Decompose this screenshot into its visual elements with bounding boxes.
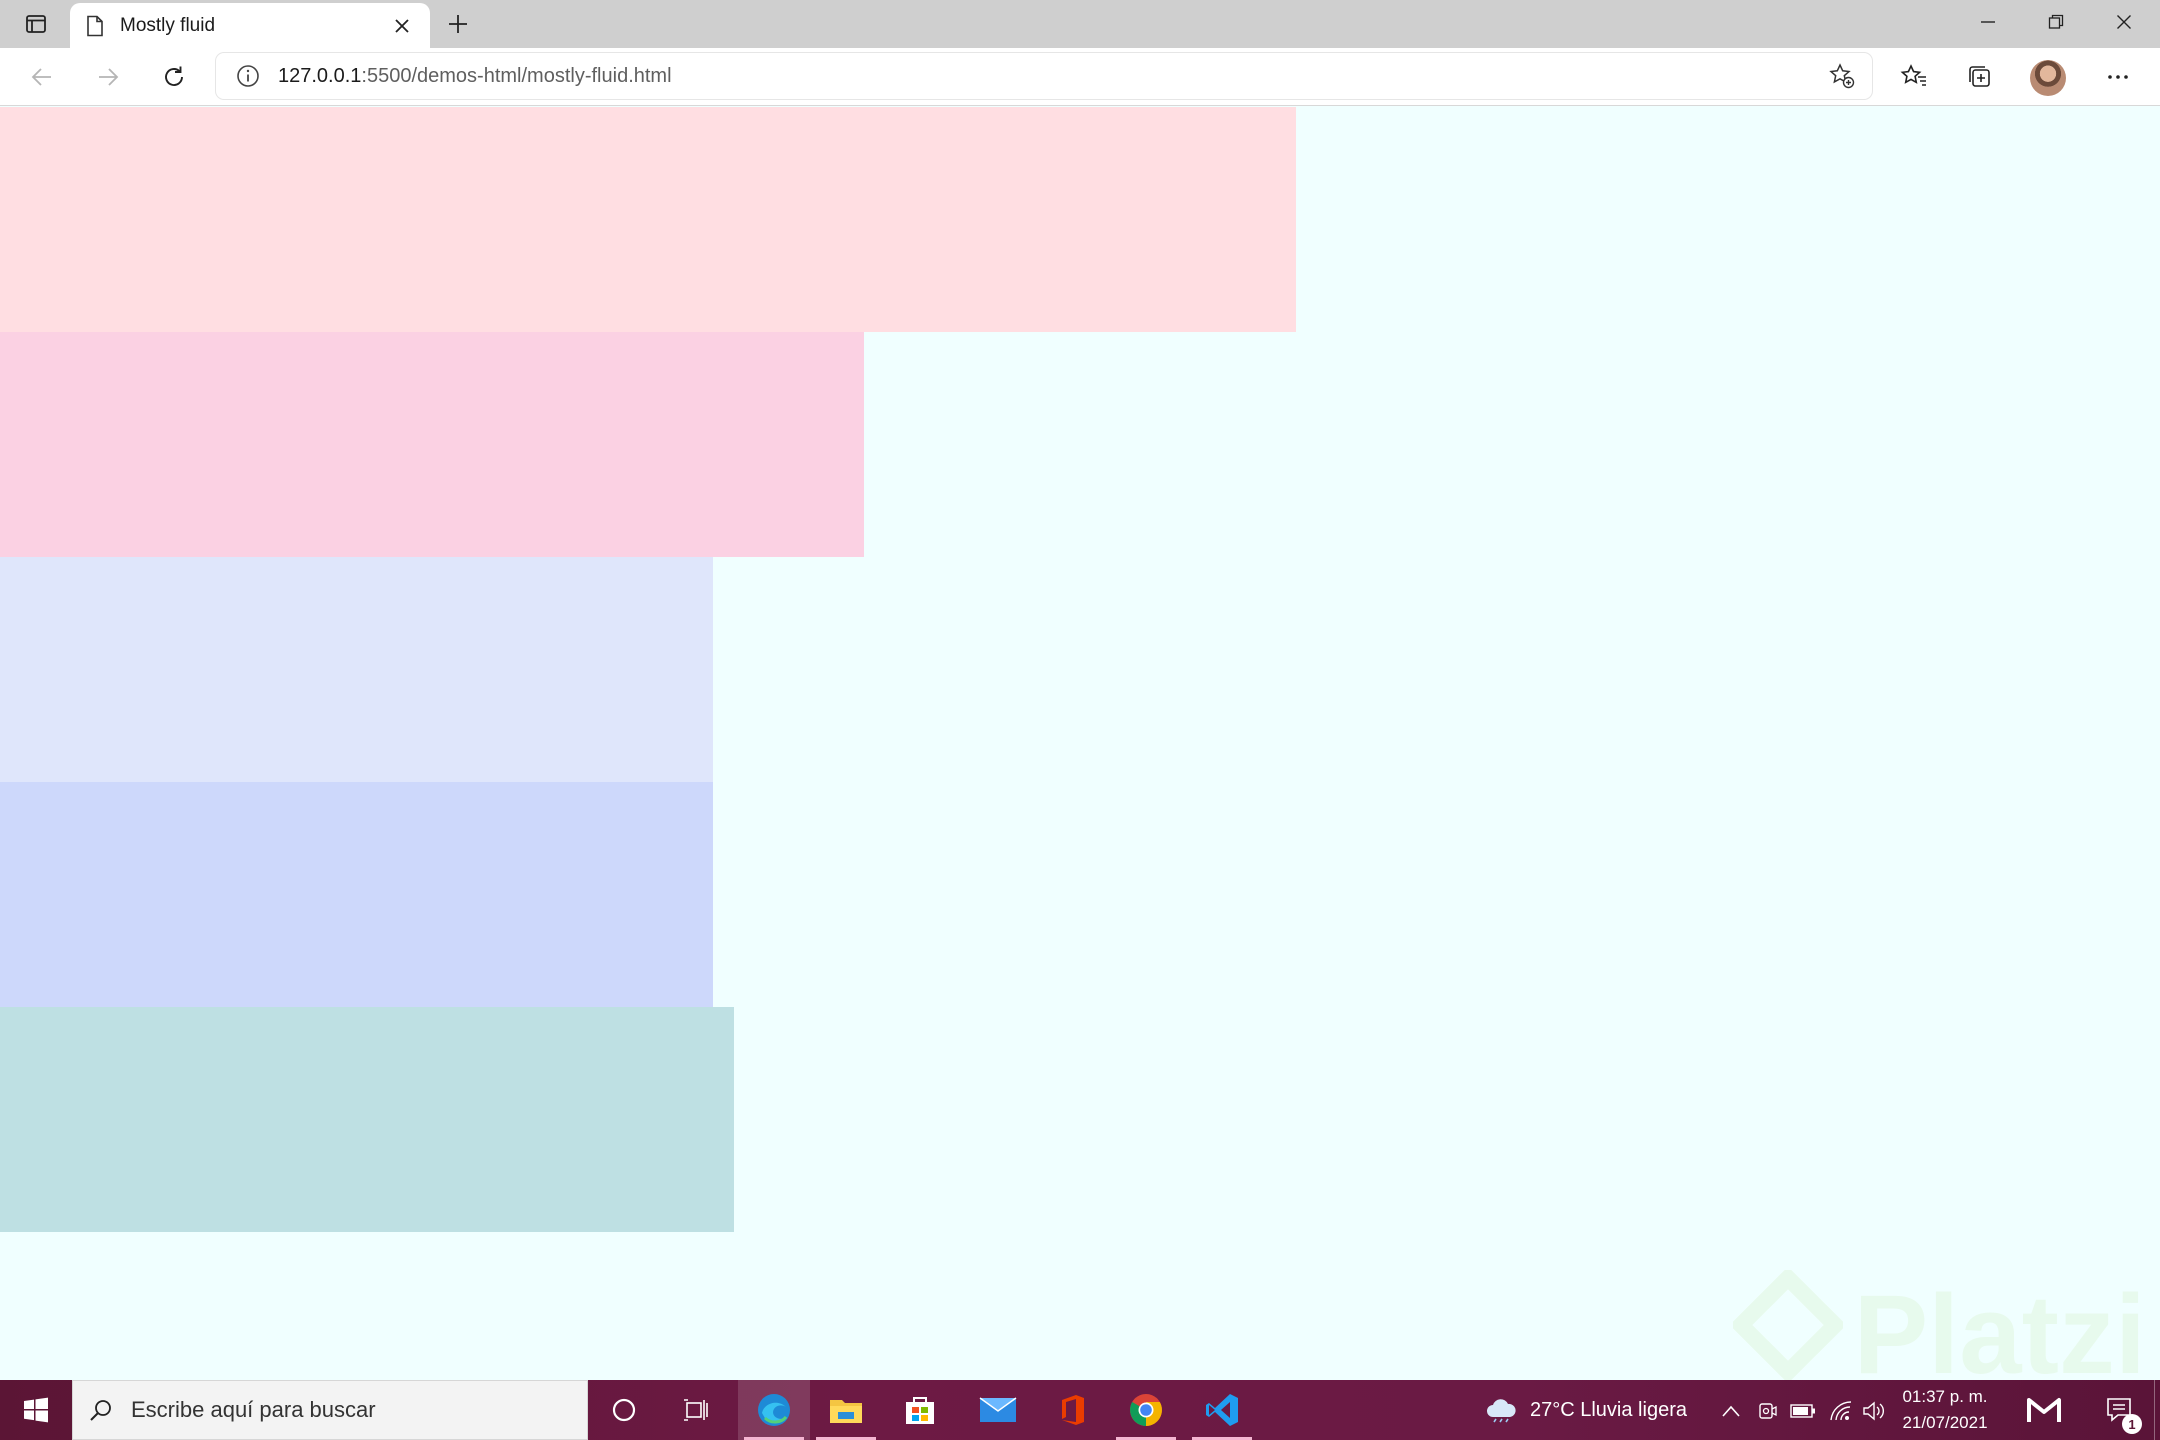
- task-view-button[interactable]: [660, 1380, 732, 1440]
- office-icon: [1062, 1395, 1084, 1425]
- minimize-button[interactable]: [1954, 0, 2022, 44]
- speaker-icon: [1863, 1401, 1884, 1421]
- arrow-right-icon: [99, 68, 119, 86]
- battery-icon: [1790, 1404, 1815, 1418]
- taskbar-vscode[interactable]: [1186, 1380, 1258, 1440]
- taskbar-mail[interactable]: [962, 1380, 1034, 1440]
- page-viewport: Platzi: [0, 107, 2160, 1380]
- forward-button[interactable]: [88, 57, 128, 97]
- meet-now-button[interactable]: [1754, 1398, 1780, 1424]
- vscode-icon: [1206, 1394, 1238, 1426]
- show-hidden-icons-button[interactable]: [1718, 1398, 1744, 1424]
- more-dots-icon: [2108, 75, 2128, 79]
- refresh-button[interactable]: [154, 57, 194, 97]
- close-icon: [395, 18, 409, 33]
- windows-taskbar: Escribe aquí para buscar 27°C Lluvia lig…: [0, 1380, 2160, 1440]
- taskbar-chrome[interactable]: [1110, 1380, 1182, 1440]
- url-host: 127.0.0.1: [278, 64, 362, 87]
- close-window-icon: [2117, 15, 2131, 29]
- box-5: [0, 1007, 734, 1232]
- url-path: :5500/demos-html/mostly-fluid.html: [361, 64, 672, 87]
- taskbar-edge[interactable]: [738, 1380, 810, 1440]
- platzi-watermark: Platzi: [1733, 1270, 2146, 1381]
- weather-text[interactable]: 27°C Lluvia ligera: [1530, 1399, 1687, 1422]
- collections-button[interactable]: [1960, 57, 2000, 97]
- new-tab-button[interactable]: [440, 6, 476, 42]
- minimize-icon: [1981, 21, 1995, 23]
- battery-button[interactable]: [1790, 1398, 1816, 1424]
- close-tab-button[interactable]: [388, 12, 416, 40]
- close-window-button[interactable]: [2090, 0, 2158, 44]
- taskbar-office[interactable]: [1036, 1380, 1108, 1440]
- taskbar-search[interactable]: Escribe aquí para buscar: [72, 1380, 588, 1440]
- network-button[interactable]: [1828, 1398, 1854, 1424]
- plus-icon: [449, 15, 467, 33]
- platzi-logo-icon: [1733, 1270, 1844, 1380]
- box-2: [0, 332, 864, 557]
- volume-button[interactable]: [1860, 1398, 1886, 1424]
- task-view-icon: [684, 1399, 708, 1421]
- taskbar-clock[interactable]: 01:37 p. m. 21/07/2021: [1890, 1384, 2000, 1436]
- settings-more-button[interactable]: [2098, 57, 2138, 97]
- weather-cloud-icon[interactable]: [1484, 1395, 1518, 1423]
- restore-icon: [2048, 14, 2064, 29]
- mail-icon: [979, 1397, 1017, 1422]
- taskbar-store[interactable]: [884, 1380, 956, 1440]
- gmail-tray-button[interactable]: [2008, 1380, 2080, 1440]
- cortana-button[interactable]: [588, 1380, 660, 1440]
- tab-actions-icon: [26, 15, 46, 33]
- taskbar-file-explorer[interactable]: [810, 1380, 882, 1440]
- favorites-icon: [1900, 64, 1926, 86]
- search-icon: [90, 1400, 111, 1421]
- watermark-text: Platzi: [1853, 1272, 2146, 1381]
- tab-title: Mostly fluid: [120, 14, 216, 36]
- tab-actions-button[interactable]: [14, 6, 58, 42]
- action-center-button[interactable]: 1: [2092, 1380, 2148, 1440]
- edge-icon: [758, 1394, 790, 1426]
- page-document-icon: [87, 15, 103, 36]
- star-add-icon: [1829, 63, 1855, 89]
- file-explorer-icon: [830, 1400, 862, 1423]
- tab-bar: Mostly fluid: [0, 0, 2160, 48]
- back-button[interactable]: [22, 57, 62, 97]
- add-favorite-button[interactable]: [1826, 60, 1858, 92]
- restore-button[interactable]: [2022, 0, 2090, 44]
- meet-now-icon: [1759, 1403, 1777, 1419]
- box-1: [0, 107, 1296, 332]
- notification-badge: 1: [2122, 1414, 2142, 1434]
- refresh-icon: [165, 66, 183, 86]
- cortana-circle-icon: [612, 1398, 636, 1422]
- chevron-up-icon: [1722, 1405, 1740, 1417]
- start-button[interactable]: [0, 1380, 72, 1440]
- store-icon: [906, 1397, 934, 1424]
- wifi-icon: [1830, 1401, 1852, 1421]
- browser-toolbar: 127.0.0.1:5500/demos-html/mostly-fluid.h…: [0, 48, 2160, 106]
- url-text[interactable]: 127.0.0.1:5500/demos-html/mostly-fluid.h…: [278, 65, 672, 88]
- tab-mostly-fluid[interactable]: Mostly fluid: [70, 3, 430, 48]
- collections-icon: [1969, 66, 1990, 87]
- favorites-button[interactable]: [1894, 57, 1934, 97]
- chrome-icon: [1130, 1394, 1162, 1426]
- arrow-left-icon: [31, 68, 51, 86]
- clock-date: 21/07/2021: [1902, 1413, 1988, 1432]
- gmail-m-icon: [2027, 1398, 2061, 1422]
- box-4: [0, 782, 713, 1007]
- clock-time: 01:37 p. m.: [1902, 1387, 1988, 1406]
- site-info-icon[interactable]: [236, 64, 260, 88]
- profile-avatar[interactable]: [2030, 60, 2066, 96]
- search-placeholder: Escribe aquí para buscar: [131, 1397, 376, 1422]
- show-desktop-button[interactable]: [2154, 1380, 2160, 1440]
- box-3: [0, 557, 713, 782]
- address-bar[interactable]: 127.0.0.1:5500/demos-html/mostly-fluid.h…: [216, 53, 1872, 99]
- windows-logo-icon: [24, 1397, 48, 1423]
